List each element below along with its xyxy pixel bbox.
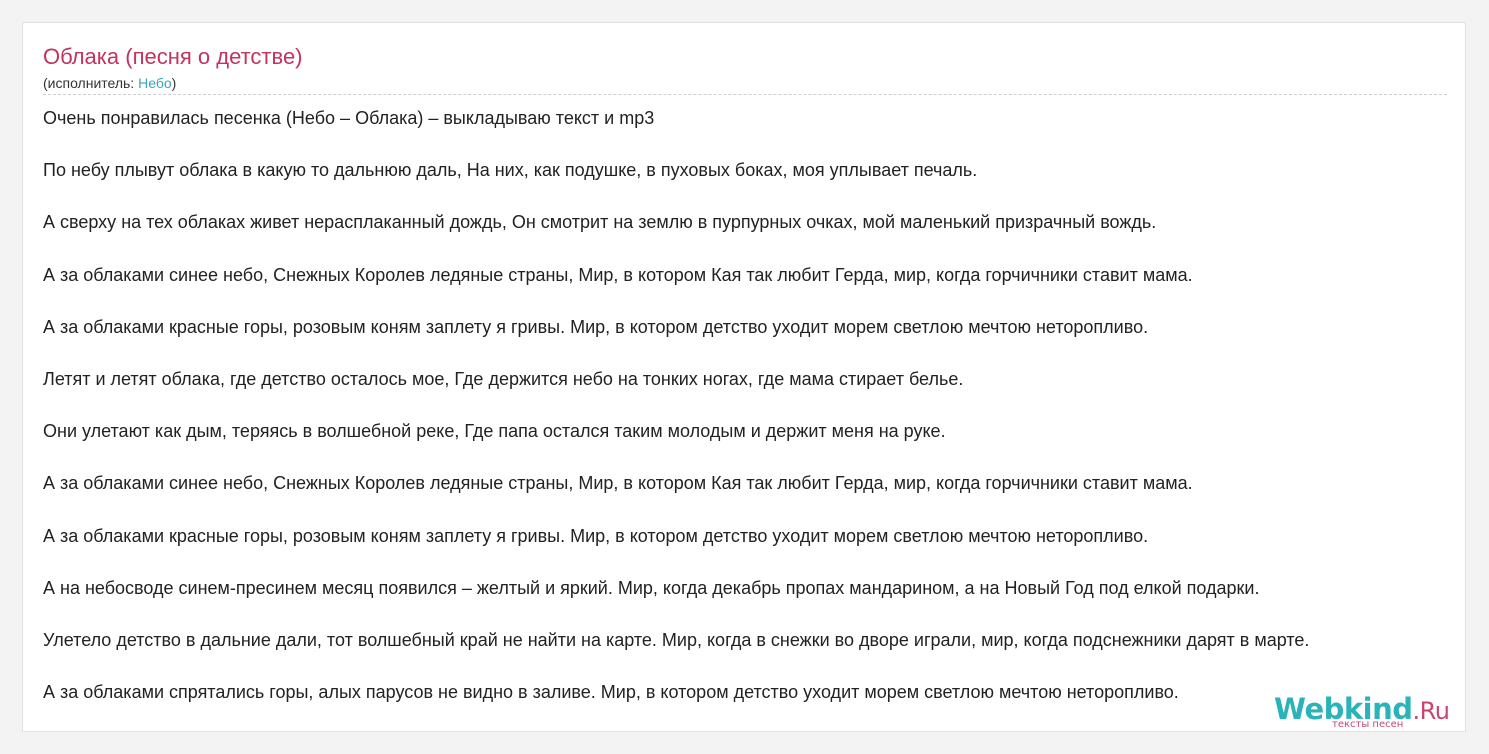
performer-link[interactable]: Небо	[138, 75, 172, 91]
lyrics-line: А за облаками синее небо, Снежных Короле…	[43, 264, 1193, 285]
performer-prefix: (исполнитель:	[43, 75, 139, 91]
lyrics-line: А за облаками красные горы, розовым коня…	[43, 316, 1149, 337]
header-divider	[43, 94, 1447, 95]
logo-tagline: тексты песен	[1332, 719, 1404, 730]
lyrics-line: Улетело детство в дальние дали, тот волш…	[43, 629, 1310, 650]
song-title: Облака (песня о детстве)	[43, 44, 303, 69]
lyrics-line: А за облаками красные горы, розовым коня…	[43, 525, 1149, 546]
lyrics-line: А за облаками спрятались горы, алых пару…	[43, 682, 1179, 703]
lyrics-line: А сверху на тех облаках живет нерасплака…	[43, 212, 1157, 233]
webkind-logo: Webkind.Ru тексты песен	[1274, 692, 1464, 742]
lyrics-card: Облака (песня о детстве) (исполнитель: Н…	[22, 22, 1466, 732]
lyrics-line: А за облаками синее небо, Снежных Короле…	[43, 473, 1193, 494]
lyrics-line: Очень понравилась песенка (Небо – Облака…	[43, 108, 655, 128]
lyrics-line: Они улетают как дым, теряясь в волшебной…	[43, 421, 946, 442]
logo-tld: .Ru	[1412, 697, 1450, 725]
lyrics-line: Летят и летят облака, где детство остало…	[43, 368, 964, 389]
lyrics-line: А на небосводе синем-пресинем месяц появ…	[43, 577, 1260, 598]
lyrics-line: По небу плывут облака в какую то дальнюю…	[43, 160, 978, 181]
performer-line: (исполнитель: Небо)	[43, 75, 176, 91]
performer-suffix: )	[171, 75, 177, 91]
lyrics-text: Очень понравилась песенка (Небо – Облака…	[43, 107, 1465, 731]
